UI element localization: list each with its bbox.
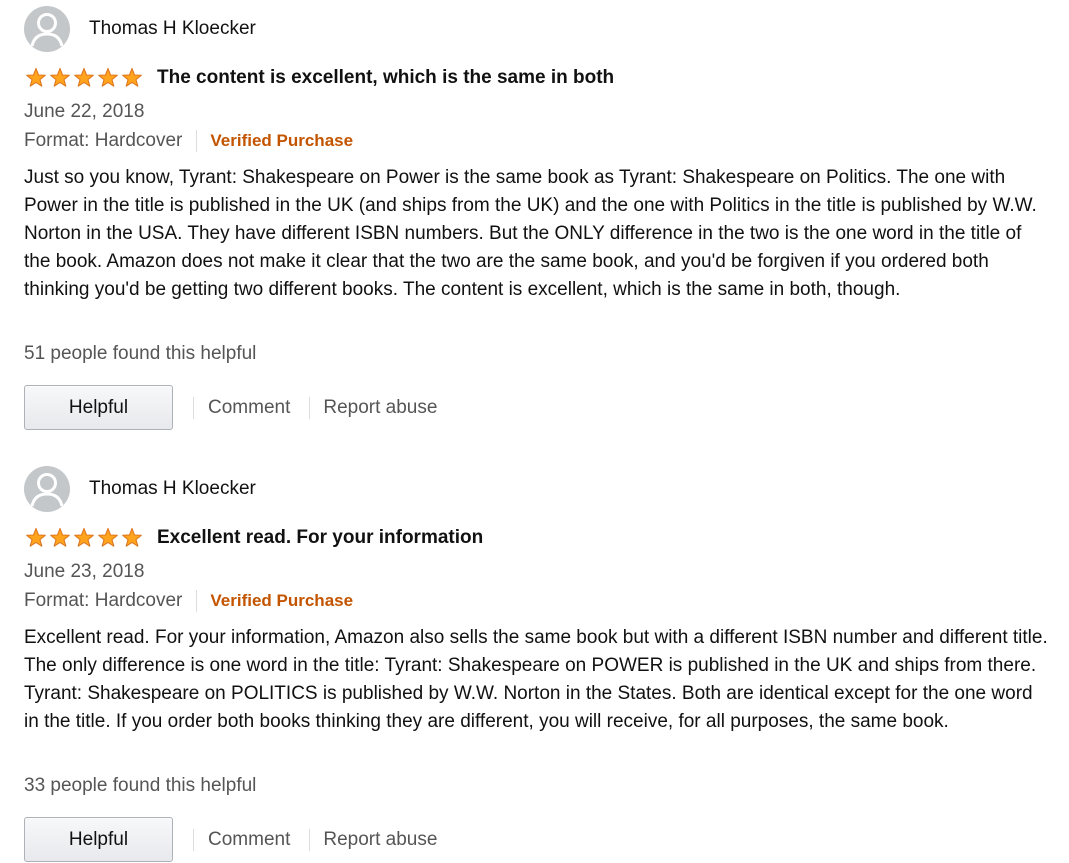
user-silhouette-icon	[30, 13, 64, 47]
helpful-button[interactable]: Helpful	[24, 385, 173, 430]
report-abuse-link[interactable]: Report abuse	[323, 397, 437, 419]
helpful-button[interactable]: Helpful	[24, 817, 173, 862]
review-date: June 23, 2018	[24, 561, 145, 582]
divider	[309, 828, 311, 851]
review-title[interactable]: Excellent read. For your information	[157, 527, 483, 549]
review-title-row: Excellent read. For your information	[24, 524, 483, 552]
format-row: Format: Hardcover Verified Purchase	[24, 589, 353, 613]
star-rating[interactable]	[24, 67, 144, 89]
five-stars-icon	[26, 67, 142, 87]
avatar[interactable]	[24, 466, 70, 512]
format-link[interactable]: Format: Hardcover	[24, 130, 182, 152]
review-title-row: The content is excellent, which is the s…	[24, 64, 614, 92]
user-silhouette-icon	[30, 473, 64, 507]
review-title[interactable]: The content is excellent, which is the s…	[157, 67, 614, 89]
reviewer-profile[interactable]: Thomas H Kloecker	[24, 466, 256, 512]
reviewer-profile[interactable]: Thomas H Kloecker	[24, 6, 256, 52]
divider	[196, 130, 198, 152]
divider	[193, 828, 194, 851]
reviewer-name[interactable]: Thomas H Kloecker	[89, 18, 256, 40]
review-body: Just so you know, Tyrant: Shakespeare on…	[24, 167, 1037, 300]
divider	[193, 396, 194, 419]
verified-purchase-badge: Verified Purchase	[210, 131, 354, 150]
review-actions: Helpful Comment Report abuse	[24, 816, 437, 863]
comment-link[interactable]: Comment	[208, 829, 290, 851]
divider	[196, 590, 198, 612]
format-row: Format: Hardcover Verified Purchase	[24, 129, 353, 153]
five-stars-icon	[26, 527, 142, 547]
review-actions: Helpful Comment Report abuse	[24, 384, 437, 431]
reviewer-name[interactable]: Thomas H Kloecker	[89, 478, 256, 500]
review-body: Excellent read. For your information, Am…	[24, 627, 1048, 732]
divider	[309, 396, 311, 419]
format-link[interactable]: Format: Hardcover	[24, 590, 182, 612]
report-abuse-link[interactable]: Report abuse	[323, 829, 437, 851]
verified-purchase-badge: Verified Purchase	[210, 591, 354, 610]
star-rating[interactable]	[24, 527, 144, 549]
helpful-count: 33 people found this helpful	[24, 775, 257, 796]
helpful-count: 51 people found this helpful	[24, 343, 257, 364]
review-date: June 22, 2018	[24, 101, 145, 122]
comment-link[interactable]: Comment	[208, 397, 290, 419]
avatar[interactable]	[24, 6, 70, 52]
